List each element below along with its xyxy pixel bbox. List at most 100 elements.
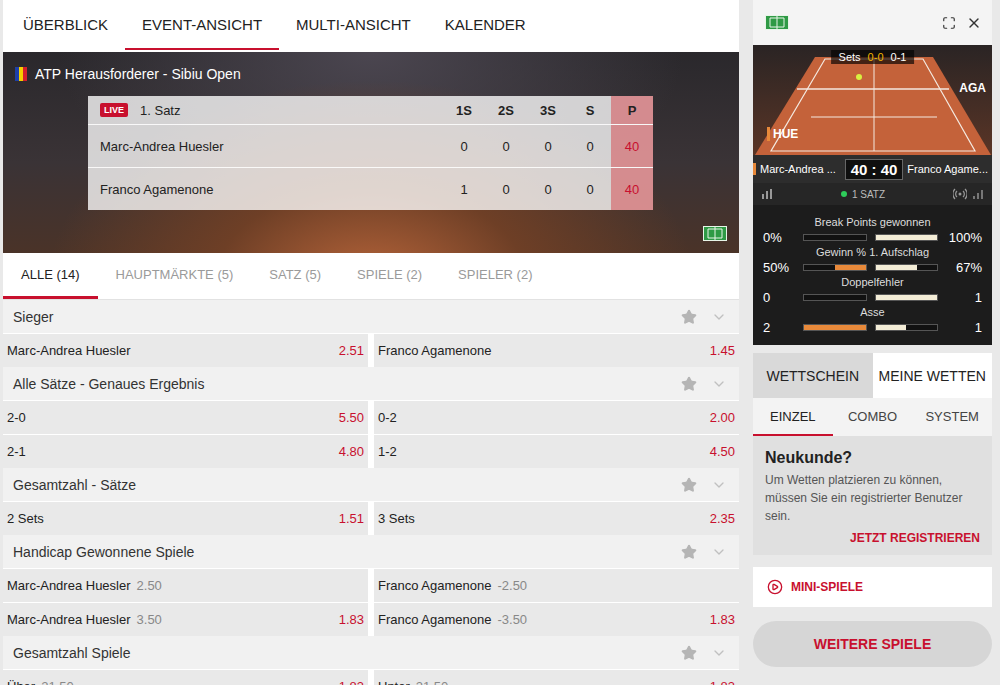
odds-cell[interactable]: Marc-Andrea Huesler2.50 — [3, 569, 368, 602]
odds-value: 2.00 — [710, 410, 735, 425]
odds-cell[interactable]: Franco Agamenone-3.501.83 — [374, 603, 739, 636]
broadcast-icon — [953, 188, 967, 200]
hero-footer — [703, 226, 727, 241]
chevron-down-icon[interactable] — [711, 544, 727, 560]
odds-label: 2-0 — [7, 410, 26, 425]
chevron-down-icon[interactable] — [711, 309, 727, 325]
score-cell: 0 — [485, 125, 527, 167]
favorite-star-icon[interactable] — [681, 477, 697, 493]
stat-row: 50% 67% — [763, 259, 982, 275]
nav-tab[interactable]: MULTI-ANSICHT — [279, 0, 428, 50]
betslip: WETTSCHEINMEINE WETTENEINZELCOMBOSYSTEMN… — [753, 353, 992, 555]
stat-home-value: 0 — [763, 290, 795, 305]
market-tab[interactable]: SPIELE (2) — [339, 253, 440, 299]
odds-cell[interactable]: 0-22.00 — [374, 401, 739, 434]
odds-line: 21.50 — [41, 679, 74, 685]
event-hero: ATP Herausforderer - Sibiu OpenLIVE1. Sa… — [3, 52, 739, 253]
chevron-down-icon[interactable] — [711, 376, 727, 392]
odds-value: 1.45 — [710, 343, 735, 358]
bet-mode-tab[interactable]: COMBO — [833, 398, 913, 436]
stat-home-fill — [804, 325, 866, 330]
odds-cell[interactable]: 2-05.50 — [3, 401, 368, 434]
market-header[interactable]: Handicap Gewonnene Spiele — [3, 535, 739, 568]
nav-tab[interactable]: KALENDER — [428, 0, 543, 50]
score-cell: 0 — [569, 168, 611, 210]
odds-value: 1.83 — [339, 679, 364, 685]
expand-button[interactable] — [942, 16, 956, 30]
market-header[interactable]: Gesamtzahl Spiele — [3, 636, 739, 669]
stat-row: 01 — [763, 289, 982, 305]
betslip-tab[interactable]: WETTSCHEIN — [753, 353, 873, 398]
player-name: Marc-Andrea Huesler — [88, 125, 443, 167]
odds-value: 1.83 — [710, 679, 735, 685]
odds-cell[interactable]: Franco Agamenone 1.45 — [374, 334, 739, 367]
odds-cell[interactable]: 1-24.50 — [374, 435, 739, 468]
odds-label: 3 Sets — [378, 511, 415, 526]
favorite-star-icon[interactable] — [681, 376, 697, 392]
signal-icon — [972, 188, 984, 200]
market-header[interactable]: Alle Sätze - Genaues Ergebnis — [3, 367, 739, 400]
bet-mode-tab[interactable]: SYSTEM — [912, 398, 992, 436]
chevron-down-icon[interactable] — [711, 645, 727, 661]
court-icon[interactable] — [765, 15, 789, 30]
stat-away-value: 100% — [946, 230, 982, 245]
odds-cell[interactable]: 3 Sets 2.35 — [374, 502, 739, 535]
close-button[interactable] — [966, 15, 982, 31]
stat-away-value: 67% — [946, 260, 982, 275]
stat-row: 21 — [763, 319, 982, 335]
market-tab[interactable]: SATZ (5) — [251, 253, 339, 299]
stat-home-bar — [803, 264, 867, 271]
odds-row: Über21.501.83Unter21.501.83 — [3, 669, 739, 685]
odds-label: Unter — [378, 679, 410, 685]
game-score: 40 : 40 — [845, 159, 904, 180]
odds-label: Franco Agamenone — [378, 612, 491, 627]
odds-value: 1.83 — [710, 612, 735, 627]
mini-games-button[interactable]: MINI-SPIELE — [753, 567, 992, 607]
stat: Doppelfehler01 — [763, 275, 982, 305]
odds-cell[interactable]: Unter21.501.83 — [374, 670, 739, 685]
odds-cell[interactable]: 2 Sets1.51 — [3, 502, 368, 535]
register-link[interactable]: JETZT REGISTRIEREN — [850, 531, 980, 545]
statistics-icon[interactable] — [761, 188, 773, 200]
favorite-star-icon[interactable] — [681, 309, 697, 325]
play-circle-icon — [767, 579, 783, 595]
score-bar: Marc-Andrea ...40 : 40Franco Agame... — [753, 155, 992, 183]
favorite-star-icon[interactable] — [681, 645, 697, 661]
court-view-icon[interactable] — [703, 226, 727, 241]
main-content: ÜBERBLICKEVENT-ANSICHTMULTI-ANSICHTKALEN… — [3, 0, 739, 685]
odds-cell[interactable]: Franco Agamenone-2.50 — [374, 569, 739, 602]
stat-label: Break Points gewonnen — [763, 215, 982, 229]
score-cell: 40 — [611, 125, 653, 167]
stat-row: 0%100% — [763, 229, 982, 245]
expand-icon[interactable] — [942, 16, 956, 30]
odds-label: Marc-Andrea Huesler — [7, 612, 131, 627]
stat-away-bar — [875, 324, 939, 331]
nav-tab[interactable]: ÜBERBLICK — [6, 0, 125, 50]
odds-value: 2.35 — [710, 511, 735, 526]
chevron-down-icon[interactable] — [711, 477, 727, 493]
odds-cell[interactable]: Marc-Andrea Huesler3.501.83 — [3, 603, 368, 636]
stat-home-value: 50% — [763, 260, 795, 275]
market-header[interactable]: Sieger — [3, 300, 739, 333]
market-header[interactable]: Gesamtzahl - Sätze — [3, 468, 739, 501]
odds-cell[interactable]: Marc-Andrea Huesler2.51 — [3, 334, 368, 367]
market-tab[interactable]: ALLE (14) — [3, 253, 98, 299]
nav-tab[interactable]: EVENT-ANSICHT — [125, 0, 279, 50]
odds-value: 2.51 — [339, 343, 364, 358]
stat: Gewinn % 1. Aufschlag50%67% — [763, 245, 982, 275]
odds-cell[interactable]: Über21.501.83 — [3, 670, 368, 685]
odds-cell[interactable]: 2-14.80 — [3, 435, 368, 468]
score-cell: 40 — [611, 168, 653, 210]
betslip-tab[interactable]: MEINE WETTEN — [873, 353, 993, 398]
odds-label: Franco Agamenone — [378, 343, 491, 358]
bet-mode-tab[interactable]: EINZEL — [753, 398, 833, 436]
market-tab[interactable]: HAUPTMÄRKTE (5) — [98, 253, 252, 299]
stat-away-fill — [876, 295, 938, 300]
odds-line: 3.50 — [137, 612, 162, 627]
score-cell: 0 — [485, 168, 527, 210]
favorite-star-icon[interactable] — [681, 544, 697, 560]
close-icon[interactable] — [966, 15, 982, 31]
score-cell: 0 — [527, 168, 569, 210]
more-games-button[interactable]: WEITERE SPIELE — [753, 621, 992, 667]
market-tab[interactable]: SPIELER (2) — [440, 253, 550, 299]
